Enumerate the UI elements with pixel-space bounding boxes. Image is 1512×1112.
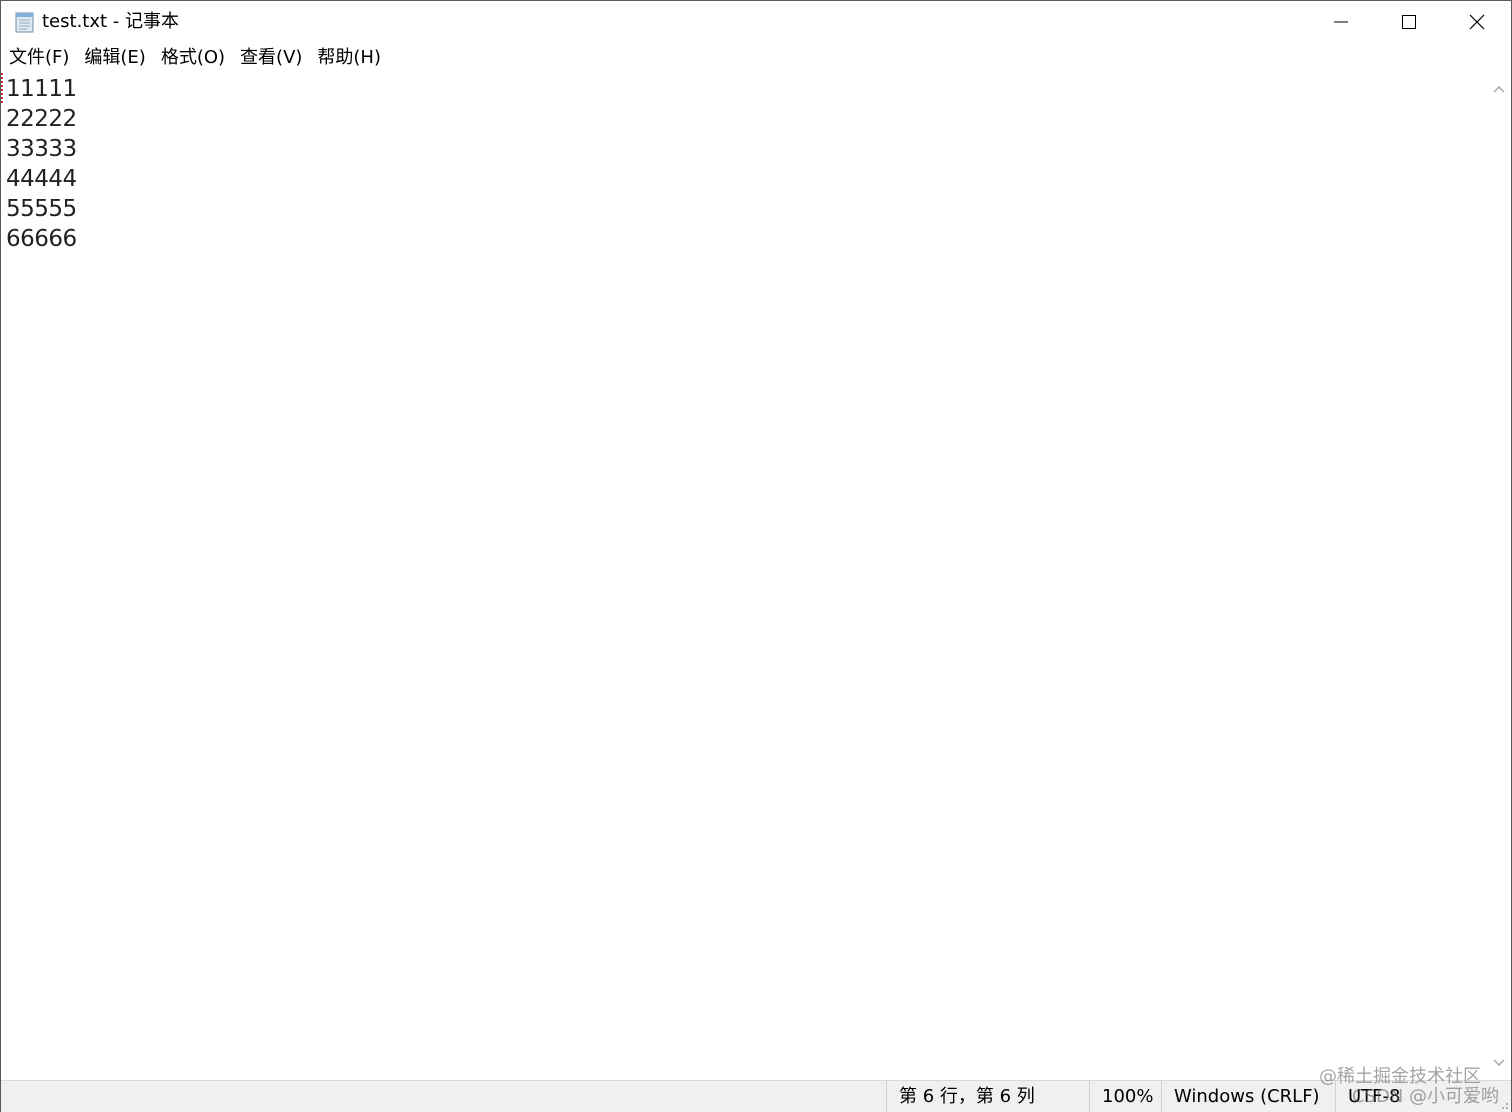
notepad-icon: [15, 12, 34, 33]
resize-grip-icon[interactable]: [1499, 1100, 1509, 1110]
menu-view[interactable]: 查看(V): [233, 46, 309, 70]
text-caret: [1, 73, 5, 103]
menu-format[interactable]: 格式(O): [154, 46, 232, 70]
scroll-down-icon[interactable]: [1491, 1055, 1507, 1071]
menu-bar: 文件(F) 编辑(E) 格式(O) 查看(V) 帮助(H): [1, 43, 1511, 73]
minimize-button[interactable]: [1307, 1, 1375, 43]
scroll-up-icon[interactable]: [1491, 81, 1507, 97]
notepad-window: test.txt - 记事本 文件(F) 编辑(E) 格式(O) 查看(V) 帮…: [0, 0, 1512, 1112]
menu-file[interactable]: 文件(F): [2, 46, 76, 70]
maximize-icon: [1402, 15, 1416, 29]
maximize-button[interactable]: [1375, 1, 1443, 43]
title-bar[interactable]: test.txt - 记事本: [1, 1, 1511, 43]
close-icon: [1469, 14, 1485, 30]
text-line: 11111: [6, 76, 77, 102]
zoom-level: 100%: [1089, 1081, 1163, 1112]
status-bar: 第 6 行，第 6 列 100% Windows (CRLF) UTF-8: [1, 1080, 1511, 1112]
text-line: 22222: [6, 106, 77, 132]
text-line: 66666: [6, 226, 77, 252]
text-line: 33333: [6, 136, 77, 162]
text-line: 55555: [6, 196, 77, 222]
text-editor-area[interactable]: 11111 22222 33333 44444 55555 66666: [1, 73, 1487, 1079]
close-button[interactable]: [1443, 1, 1511, 43]
text-line: 44444: [6, 166, 77, 192]
line-ending: Windows (CRLF): [1161, 1081, 1337, 1112]
minimize-icon: [1334, 21, 1348, 23]
encoding: UTF-8: [1335, 1081, 1511, 1112]
menu-help[interactable]: 帮助(H): [310, 46, 388, 70]
menu-edit[interactable]: 编辑(E): [77, 46, 152, 70]
vertical-scrollbar[interactable]: [1487, 73, 1511, 1079]
cursor-position: 第 6 行，第 6 列: [886, 1081, 1089, 1112]
window-title: test.txt - 记事本: [42, 11, 179, 32]
